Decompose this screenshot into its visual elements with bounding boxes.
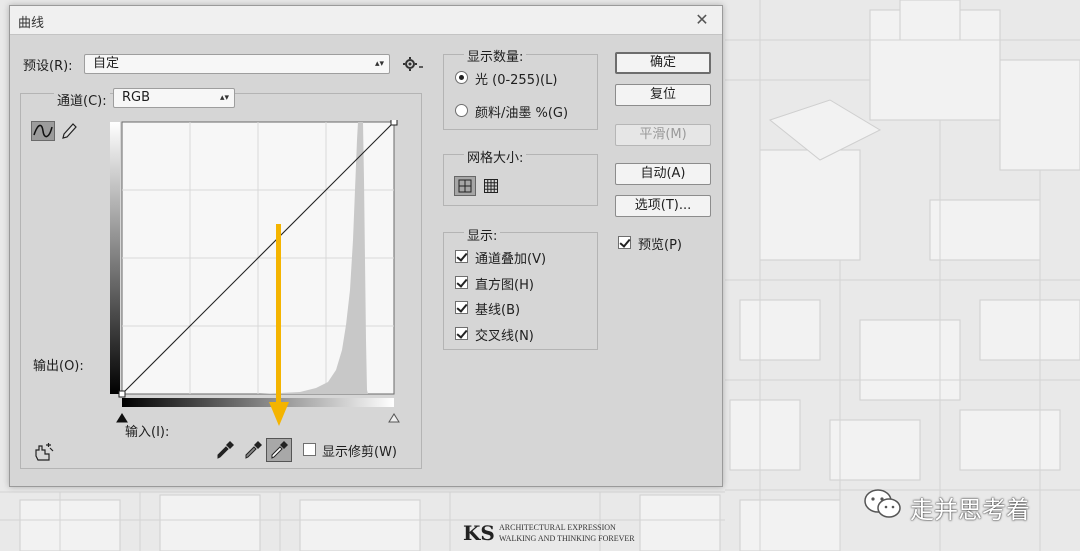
watermark-line1: ARCHITECTURAL EXPRESSION xyxy=(499,523,616,532)
show-clipping-label: 显示修剪(W) xyxy=(322,445,397,460)
intersection-line-label: 交叉线(N) xyxy=(475,329,534,344)
smooth-button[interactable]: 平滑(M) xyxy=(615,124,711,146)
histogram-label: 直方图(H) xyxy=(475,278,534,293)
pencil-icon[interactable] xyxy=(60,121,78,141)
display-amount-title: 显示数量: xyxy=(464,46,527,65)
curves-dialog: 曲线 ✕ 预设(R): 自定 ▴▾ 通道(C): RGB ▴▾ 输出(O): 输… xyxy=(9,5,723,487)
preview-checkbox[interactable] xyxy=(618,236,631,249)
histogram-checkbox[interactable] xyxy=(455,276,468,289)
updown-arrows-icon: ▴▾ xyxy=(374,59,384,69)
auto-button[interactable]: 自动(A) xyxy=(615,163,711,185)
output-label: 输出(O): xyxy=(33,359,84,374)
input-gradient-bar xyxy=(122,398,394,407)
display-options-title: 显示: xyxy=(464,225,501,244)
annotation-arrow-icon xyxy=(269,224,289,426)
light-radio[interactable] xyxy=(455,71,468,84)
curve-graph[interactable] xyxy=(110,120,402,432)
detailed-grid-icon[interactable] xyxy=(483,178,499,194)
watermark-ks: KS xyxy=(463,521,495,545)
on-image-adjust-icon[interactable] xyxy=(32,442,56,462)
options-button[interactable]: 选项(T)... xyxy=(615,195,711,217)
gear-menu-icon[interactable] xyxy=(403,56,425,72)
show-clipping-checkbox[interactable] xyxy=(303,443,316,456)
watermark-line2: WALKING AND THINKING FOREVER xyxy=(499,534,635,543)
input-label: 输入(I): xyxy=(125,425,170,440)
wechat-icon xyxy=(864,489,901,518)
channel-overlays-label: 通道叠加(V) xyxy=(475,252,547,267)
channel-value: RGB xyxy=(122,90,151,105)
channel-label: 通道(C): xyxy=(54,90,110,109)
pigment-radio-label: 颜料/油墨 %(G) xyxy=(475,106,569,121)
preset-label: 预设(R): xyxy=(23,59,73,74)
baseline-checkbox[interactable] xyxy=(455,301,468,314)
simple-grid-icon[interactable] xyxy=(454,176,476,196)
white-point-slider xyxy=(388,413,400,423)
arrow-head xyxy=(269,402,289,426)
curve-point-icon[interactable] xyxy=(31,121,55,141)
grid-size-title: 网格大小: xyxy=(464,147,527,166)
close-icon[interactable]: ✕ xyxy=(692,10,712,30)
output-gradient-bar xyxy=(110,122,120,394)
black-eyedropper-icon[interactable] xyxy=(215,440,235,460)
curve-endpoint-white xyxy=(390,120,398,126)
dialog-titlebar[interactable]: 曲线 ✕ xyxy=(10,6,722,35)
preset-select[interactable]: 自定 ▴▾ xyxy=(84,54,390,74)
watermark-account: 走并思考着 xyxy=(910,496,1030,524)
baseline-label: 基线(B) xyxy=(475,303,521,318)
intersection-line-checkbox[interactable] xyxy=(455,327,468,340)
channel-select[interactable]: RGB ▴▾ xyxy=(113,88,235,108)
preview-label: 预览(P) xyxy=(638,238,682,253)
ok-button[interactable]: 确定 xyxy=(615,52,711,74)
gray-eyedropper-icon[interactable] xyxy=(243,440,263,460)
preset-value: 自定 xyxy=(93,56,120,71)
white-eyedropper-icon[interactable] xyxy=(266,438,292,462)
reset-button[interactable]: 复位 xyxy=(615,84,711,106)
curve-endpoint-black xyxy=(118,390,126,398)
light-radio-label: 光 (0-255)(L) xyxy=(475,73,558,88)
pigment-radio[interactable] xyxy=(455,104,468,117)
dialog-title: 曲线 xyxy=(18,16,45,31)
arrow-shaft xyxy=(276,224,281,402)
updown-arrows-icon: ▴▾ xyxy=(219,93,229,103)
channel-overlays-checkbox[interactable] xyxy=(455,250,468,263)
